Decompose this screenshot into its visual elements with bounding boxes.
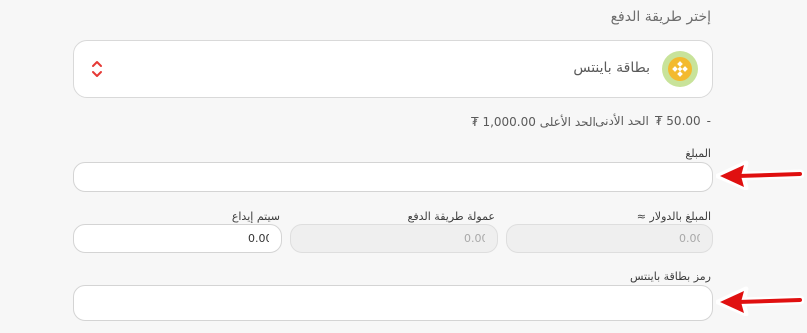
method-fee-input <box>290 224 498 253</box>
usd-amount-input <box>506 224 713 253</box>
limits-separator: - <box>706 114 711 128</box>
amount-input[interactable] <box>73 162 713 192</box>
amount-label: المبلغ <box>685 147 711 160</box>
binance-icon <box>662 51 698 87</box>
payment-method-label: بطاقة باينتس <box>573 60 650 76</box>
min-limit-label: الحد الأدنى <box>595 114 649 128</box>
red-arrow-icon <box>716 286 804 316</box>
min-limit-value: 50.00 ₮ <box>654 114 701 128</box>
red-arrow-icon <box>716 160 804 190</box>
card-code-label: رمز بطاقة باينتس <box>630 270 711 283</box>
card-code-input[interactable] <box>73 285 713 321</box>
deposit-system-label: سيتم إيداع <box>231 210 280 223</box>
limits-row: الحد الأدنى 50.00 ₮ - <box>595 114 711 128</box>
max-limit: الحد الأعلى 1,000.00 ₮ <box>471 115 596 129</box>
sort-updown-icon[interactable] <box>90 58 104 80</box>
method-fee-label: عمولة طريقة الدفع <box>407 210 496 223</box>
usd-amount-label: المبلغ بالدولار ≈ <box>636 210 711 223</box>
section-title: إختر طريقة الدفع <box>610 9 711 25</box>
deposit-system-input[interactable] <box>73 224 282 253</box>
payment-method-select[interactable]: بطاقة باينتس <box>73 40 713 98</box>
